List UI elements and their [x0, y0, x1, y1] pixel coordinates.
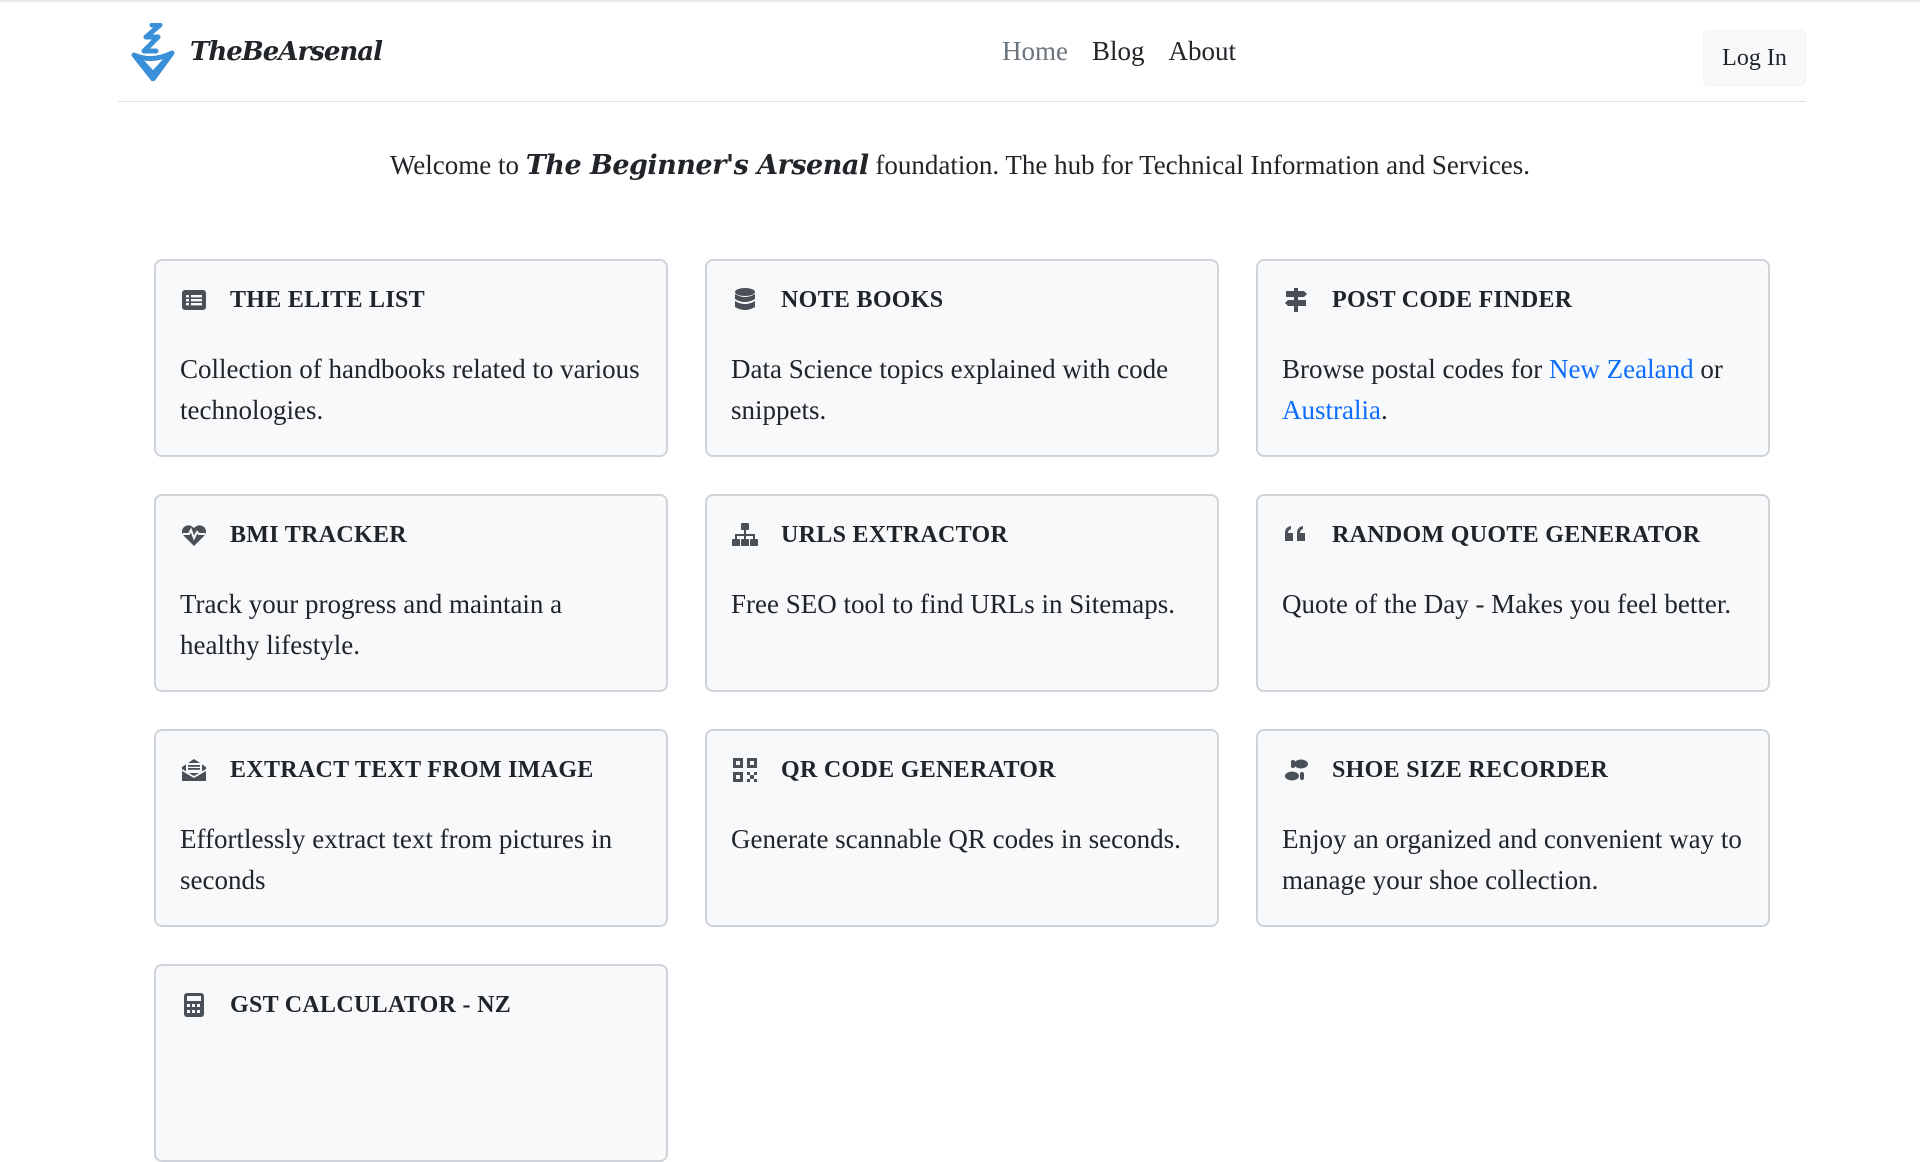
card-title: NOTE BOOKS	[731, 285, 1193, 315]
card-qr-code-generator[interactable]: QR CODE GENERATOR Generate scannable QR …	[705, 729, 1219, 927]
card-title-text: URLS EXTRACTOR	[781, 521, 1009, 548]
card-description: Data Science topics explained with code …	[731, 354, 1169, 425]
card-title-text: GST CALCULATOR - NZ	[230, 991, 512, 1018]
text-after: .	[1380, 395, 1388, 425]
signs-post-icon	[1282, 286, 1310, 314]
card-elite-list[interactable]: THE ELITE LIST Collection of handbooks r…	[154, 259, 668, 457]
nav-home[interactable]: Home	[1002, 36, 1068, 67]
card-title: BMI TRACKER	[180, 520, 642, 550]
card-random-quote-generator[interactable]: RANDOM QUOTE GENERATOR Quote of the Day …	[1256, 494, 1770, 692]
card-title-text: SHOE SIZE RECORDER	[1332, 756, 1609, 783]
card-description: Effortlessly extract text from pictures …	[180, 824, 613, 895]
nav-blog[interactable]: Blog	[1092, 36, 1145, 67]
qrcode-icon	[731, 756, 759, 784]
card-post-code-finder[interactable]: POST CODE FINDER Browse postal codes for…	[1256, 259, 1770, 457]
envelope-open-text-icon	[180, 756, 208, 784]
card-title: SHOE SIZE RECORDER	[1282, 755, 1744, 785]
list-icon	[180, 286, 208, 314]
card-description: Quote of the Day - Makes you feel better…	[1282, 589, 1732, 619]
link-australia[interactable]: Australia	[1282, 395, 1381, 425]
sitemap-icon	[731, 521, 759, 549]
main-nav: Home Blog About	[1002, 36, 1236, 67]
text-before: Browse postal codes for	[1282, 354, 1549, 384]
heart-pulse-icon	[180, 521, 208, 549]
card-urls-extractor[interactable]: URLS EXTRACTOR Free SEO tool to find URL…	[705, 494, 1219, 692]
card-description: Track your progress and maintain a healt…	[180, 589, 563, 660]
card-bmi-tracker[interactable]: BMI TRACKER Track your progress and main…	[154, 494, 668, 692]
card-title-text: BMI TRACKER	[230, 521, 407, 548]
text-mid: or	[1693, 354, 1723, 384]
database-icon	[731, 286, 759, 314]
card-title-text: THE ELITE LIST	[230, 286, 425, 313]
card-note-books[interactable]: NOTE BOOKS Data Science topics explained…	[705, 259, 1219, 457]
card-title: URLS EXTRACTOR	[731, 520, 1193, 550]
calculator-icon	[180, 991, 208, 1019]
welcome-brand: The Beginner's Arsenal	[525, 150, 869, 181]
card-title-text: NOTE BOOKS	[781, 286, 944, 313]
card-title: POST CODE FINDER	[1282, 285, 1744, 315]
card-title: THE ELITE LIST	[180, 285, 642, 315]
card-description: Generate scannable QR codes in seconds.	[731, 824, 1181, 854]
card-description: Collection of handbooks related to vario…	[180, 354, 640, 425]
card-description: Browse postal codes for New Zealand or A…	[1282, 349, 1744, 431]
welcome-text: Welcome to The Beginner's Arsenal founda…	[0, 150, 1920, 181]
welcome-prefix: Welcome to	[389, 150, 526, 180]
card-title: QR CODE GENERATOR	[731, 755, 1193, 785]
card-gst-calculator-nz[interactable]: GST CALCULATOR - NZ	[154, 964, 668, 1162]
shoe-prints-icon	[1282, 756, 1310, 784]
card-extract-text-from-image[interactable]: EXTRACT TEXT FROM IMAGE Effortlessly ext…	[154, 729, 668, 927]
card-title: GST CALCULATOR - NZ	[180, 990, 642, 1020]
card-title-text: EXTRACT TEXT FROM IMAGE	[230, 756, 594, 783]
nav-about[interactable]: About	[1169, 36, 1237, 67]
card-title-text: RANDOM QUOTE GENERATOR	[1332, 521, 1701, 548]
card-description: Free SEO tool to find URLs in Sitemaps.	[731, 589, 1175, 619]
card-description: Enjoy an organized and convenient way to…	[1282, 824, 1742, 895]
card-title-text: POST CODE FINDER	[1332, 286, 1573, 313]
card-title: RANDOM QUOTE GENERATOR	[1282, 520, 1744, 550]
brand-link[interactable]: TheBeArsenal	[130, 22, 383, 82]
brand-logo-icon	[131, 23, 175, 81]
brand-name: TheBeArsenal	[190, 37, 383, 67]
site-header: TheBeArsenal Home Blog About Log In	[118, 2, 1806, 102]
link-new-zealand[interactable]: New Zealand	[1549, 354, 1694, 384]
welcome-suffix: foundation. The hub for Technical Inform…	[868, 150, 1531, 180]
login-button[interactable]: Log In	[1703, 30, 1806, 86]
quote-left-icon	[1282, 521, 1310, 549]
card-title-text: QR CODE GENERATOR	[781, 756, 1056, 783]
card-shoe-size-recorder[interactable]: SHOE SIZE RECORDER Enjoy an organized an…	[1256, 729, 1770, 927]
card-title: EXTRACT TEXT FROM IMAGE	[180, 755, 642, 785]
